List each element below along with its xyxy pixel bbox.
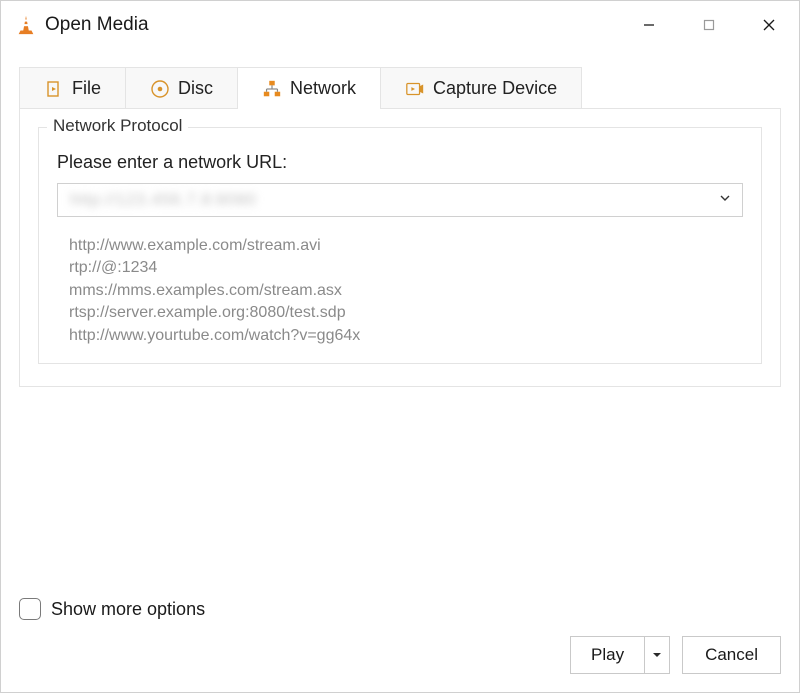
example-line: http://www.example.com/stream.avi: [69, 235, 743, 257]
show-more-options-checkbox[interactable]: [19, 598, 41, 620]
play-button[interactable]: Play: [570, 636, 670, 674]
tab-bar: File Disc: [19, 67, 781, 109]
tab-network[interactable]: Network: [237, 67, 381, 109]
network-tab-panel: Network Protocol Please enter a network …: [19, 108, 781, 387]
tab-file[interactable]: File: [19, 67, 126, 109]
minimize-button[interactable]: [619, 1, 679, 49]
tab-label: File: [72, 78, 101, 99]
titlebar: Open Media: [1, 1, 799, 49]
window-title: Open Media: [45, 14, 149, 36]
button-row: Play Cancel: [19, 636, 781, 674]
example-line: http://www.yourtube.com/watch?v=gg64x: [69, 325, 743, 347]
group-legend: Network Protocol: [47, 116, 188, 136]
cancel-button[interactable]: Cancel: [682, 636, 781, 674]
network-icon: [262, 79, 282, 99]
tab-capture-device[interactable]: Capture Device: [380, 67, 582, 109]
tab-disc[interactable]: Disc: [125, 67, 238, 109]
show-more-options-row: Show more options: [19, 598, 781, 620]
tab-label: Capture Device: [433, 78, 557, 99]
vlc-cone-icon: [15, 14, 37, 36]
capture-device-icon: [405, 79, 425, 99]
maximize-button[interactable]: [679, 1, 739, 49]
url-value-text: http://123.456.7.8:8080: [70, 190, 256, 210]
content-area: File Disc: [1, 49, 799, 598]
close-button[interactable]: [739, 1, 799, 49]
play-button-label: Play: [571, 637, 645, 673]
cancel-button-label: Cancel: [705, 645, 758, 665]
open-media-dialog: Open Media File: [0, 0, 800, 693]
tab-label: Disc: [178, 78, 213, 99]
url-prompt-label: Please enter a network URL:: [57, 152, 743, 173]
url-examples: http://www.example.com/stream.avi rtp://…: [57, 235, 743, 347]
network-protocol-group: Network Protocol Please enter a network …: [38, 127, 762, 364]
dialog-footer: Show more options Play Cancel: [1, 598, 799, 692]
example-line: rtsp://server.example.org:8080/test.sdp: [69, 302, 743, 324]
example-line: rtp://@:1234: [69, 257, 743, 279]
play-dropdown-toggle[interactable]: [645, 637, 669, 673]
window-controls: [619, 1, 799, 49]
file-icon: [44, 79, 64, 99]
network-url-input[interactable]: http://123.456.7.8:8080: [57, 183, 743, 217]
disc-icon: [150, 79, 170, 99]
chevron-down-icon[interactable]: [718, 191, 732, 210]
show-more-options-label: Show more options: [51, 599, 205, 620]
example-line: mms://mms.examples.com/stream.asx: [69, 280, 743, 302]
tab-label: Network: [290, 78, 356, 99]
